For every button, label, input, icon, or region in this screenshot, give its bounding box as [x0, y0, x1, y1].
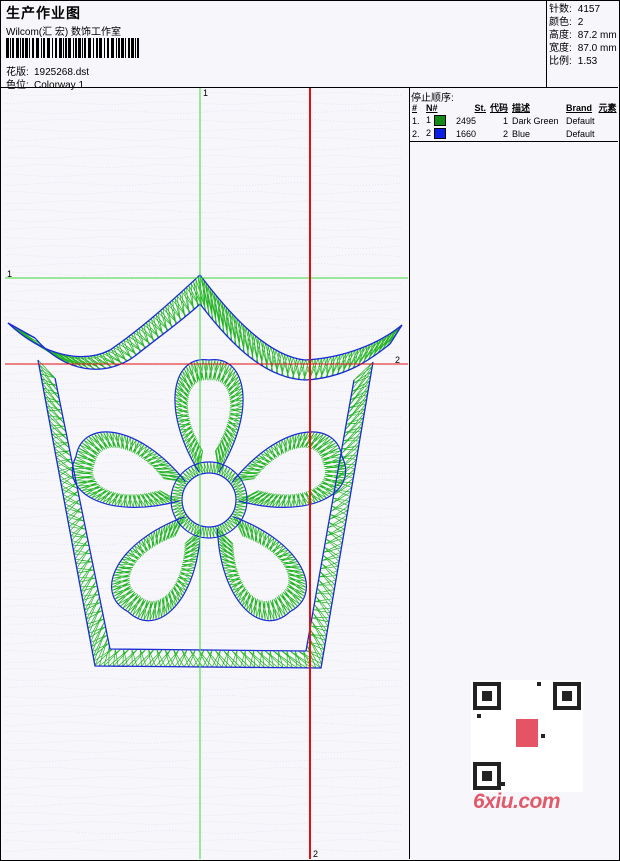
height-label: 高度:: [549, 30, 572, 41]
side-panel-rule: [409, 141, 618, 142]
col-number-header: #: [412, 102, 418, 113]
stats-panel: 针数: 4157 颜色: 2 高度: 87.2 mm 宽度: 87.0 mm 比…: [549, 3, 617, 68]
table-row: 1. 1 2495 1 Dark Green Default: [410, 114, 619, 127]
width-label: 宽度:: [549, 43, 572, 54]
row-code: 2: [503, 128, 509, 139]
row-number: 1.: [412, 115, 420, 126]
embroidery-design-canvas: 1 1 2 2: [5, 88, 408, 859]
scale-value: 1.53: [577, 56, 598, 67]
row-code: 1: [503, 115, 509, 126]
green-left-guide-label: 1: [7, 269, 12, 279]
color-sequence-table: # N# St. 代码 描述 Brand 元素 1. 1 2495 1 Dark…: [410, 101, 619, 140]
col-desc-header: 描述: [512, 103, 531, 113]
header-divider: [546, 1, 547, 87]
row-number: 2.: [412, 128, 420, 139]
red-bottom-guide-label: 2: [313, 849, 318, 859]
row-stitches: 2495: [456, 115, 477, 126]
col-element-header: 元素: [598, 103, 617, 113]
green-top-guide-label: 1: [203, 88, 208, 98]
col-code-header: 代码: [490, 103, 509, 113]
col-n-header: N#: [426, 102, 438, 113]
studio-name: Wilcom(汇 宏) 数饰工作室: [6, 27, 121, 38]
red-right-guide-label: 2: [395, 355, 400, 365]
row-brand: Default: [566, 128, 595, 139]
colors-value: 2: [577, 17, 584, 28]
row-n: 2: [424, 127, 454, 140]
qr-code: [471, 680, 583, 792]
watermark-logo: 6xiu.com: [473, 790, 561, 813]
col-stitches-header: St.: [474, 102, 486, 113]
color-swatch: [433, 128, 446, 140]
table-header-row: # N# St. 代码 描述 Brand 元素: [410, 101, 619, 114]
scale-label: 比例:: [549, 56, 572, 67]
col-brand-header: Brand: [566, 102, 593, 113]
table-row: 2. 2 1660 2 Blue Default: [410, 127, 619, 140]
color-swatch: [433, 115, 446, 127]
row-brand: Default: [566, 115, 595, 126]
page-title: 生产作业图: [6, 5, 81, 21]
row-desc: Dark Green: [512, 115, 559, 126]
row-desc: Blue: [512, 128, 531, 139]
header-panel: 生产作业图 Wilcom(汇 宏) 数饰工作室 花版: 1925268.dst 色…: [1, 1, 546, 91]
barcode-image: [6, 38, 139, 58]
colors-label: 颜色:: [549, 17, 572, 28]
row-n: 1: [424, 114, 454, 127]
green-satin-stitches: [7, 275, 403, 669]
width-value: 87.0 mm: [577, 43, 617, 54]
stitches-value: 4157: [577, 4, 601, 15]
row-stitches: 1660: [456, 128, 477, 139]
stitches-label: 针数:: [549, 4, 572, 15]
side-panel-divider: [409, 88, 410, 859]
height-value: 87.2 mm: [577, 30, 617, 41]
